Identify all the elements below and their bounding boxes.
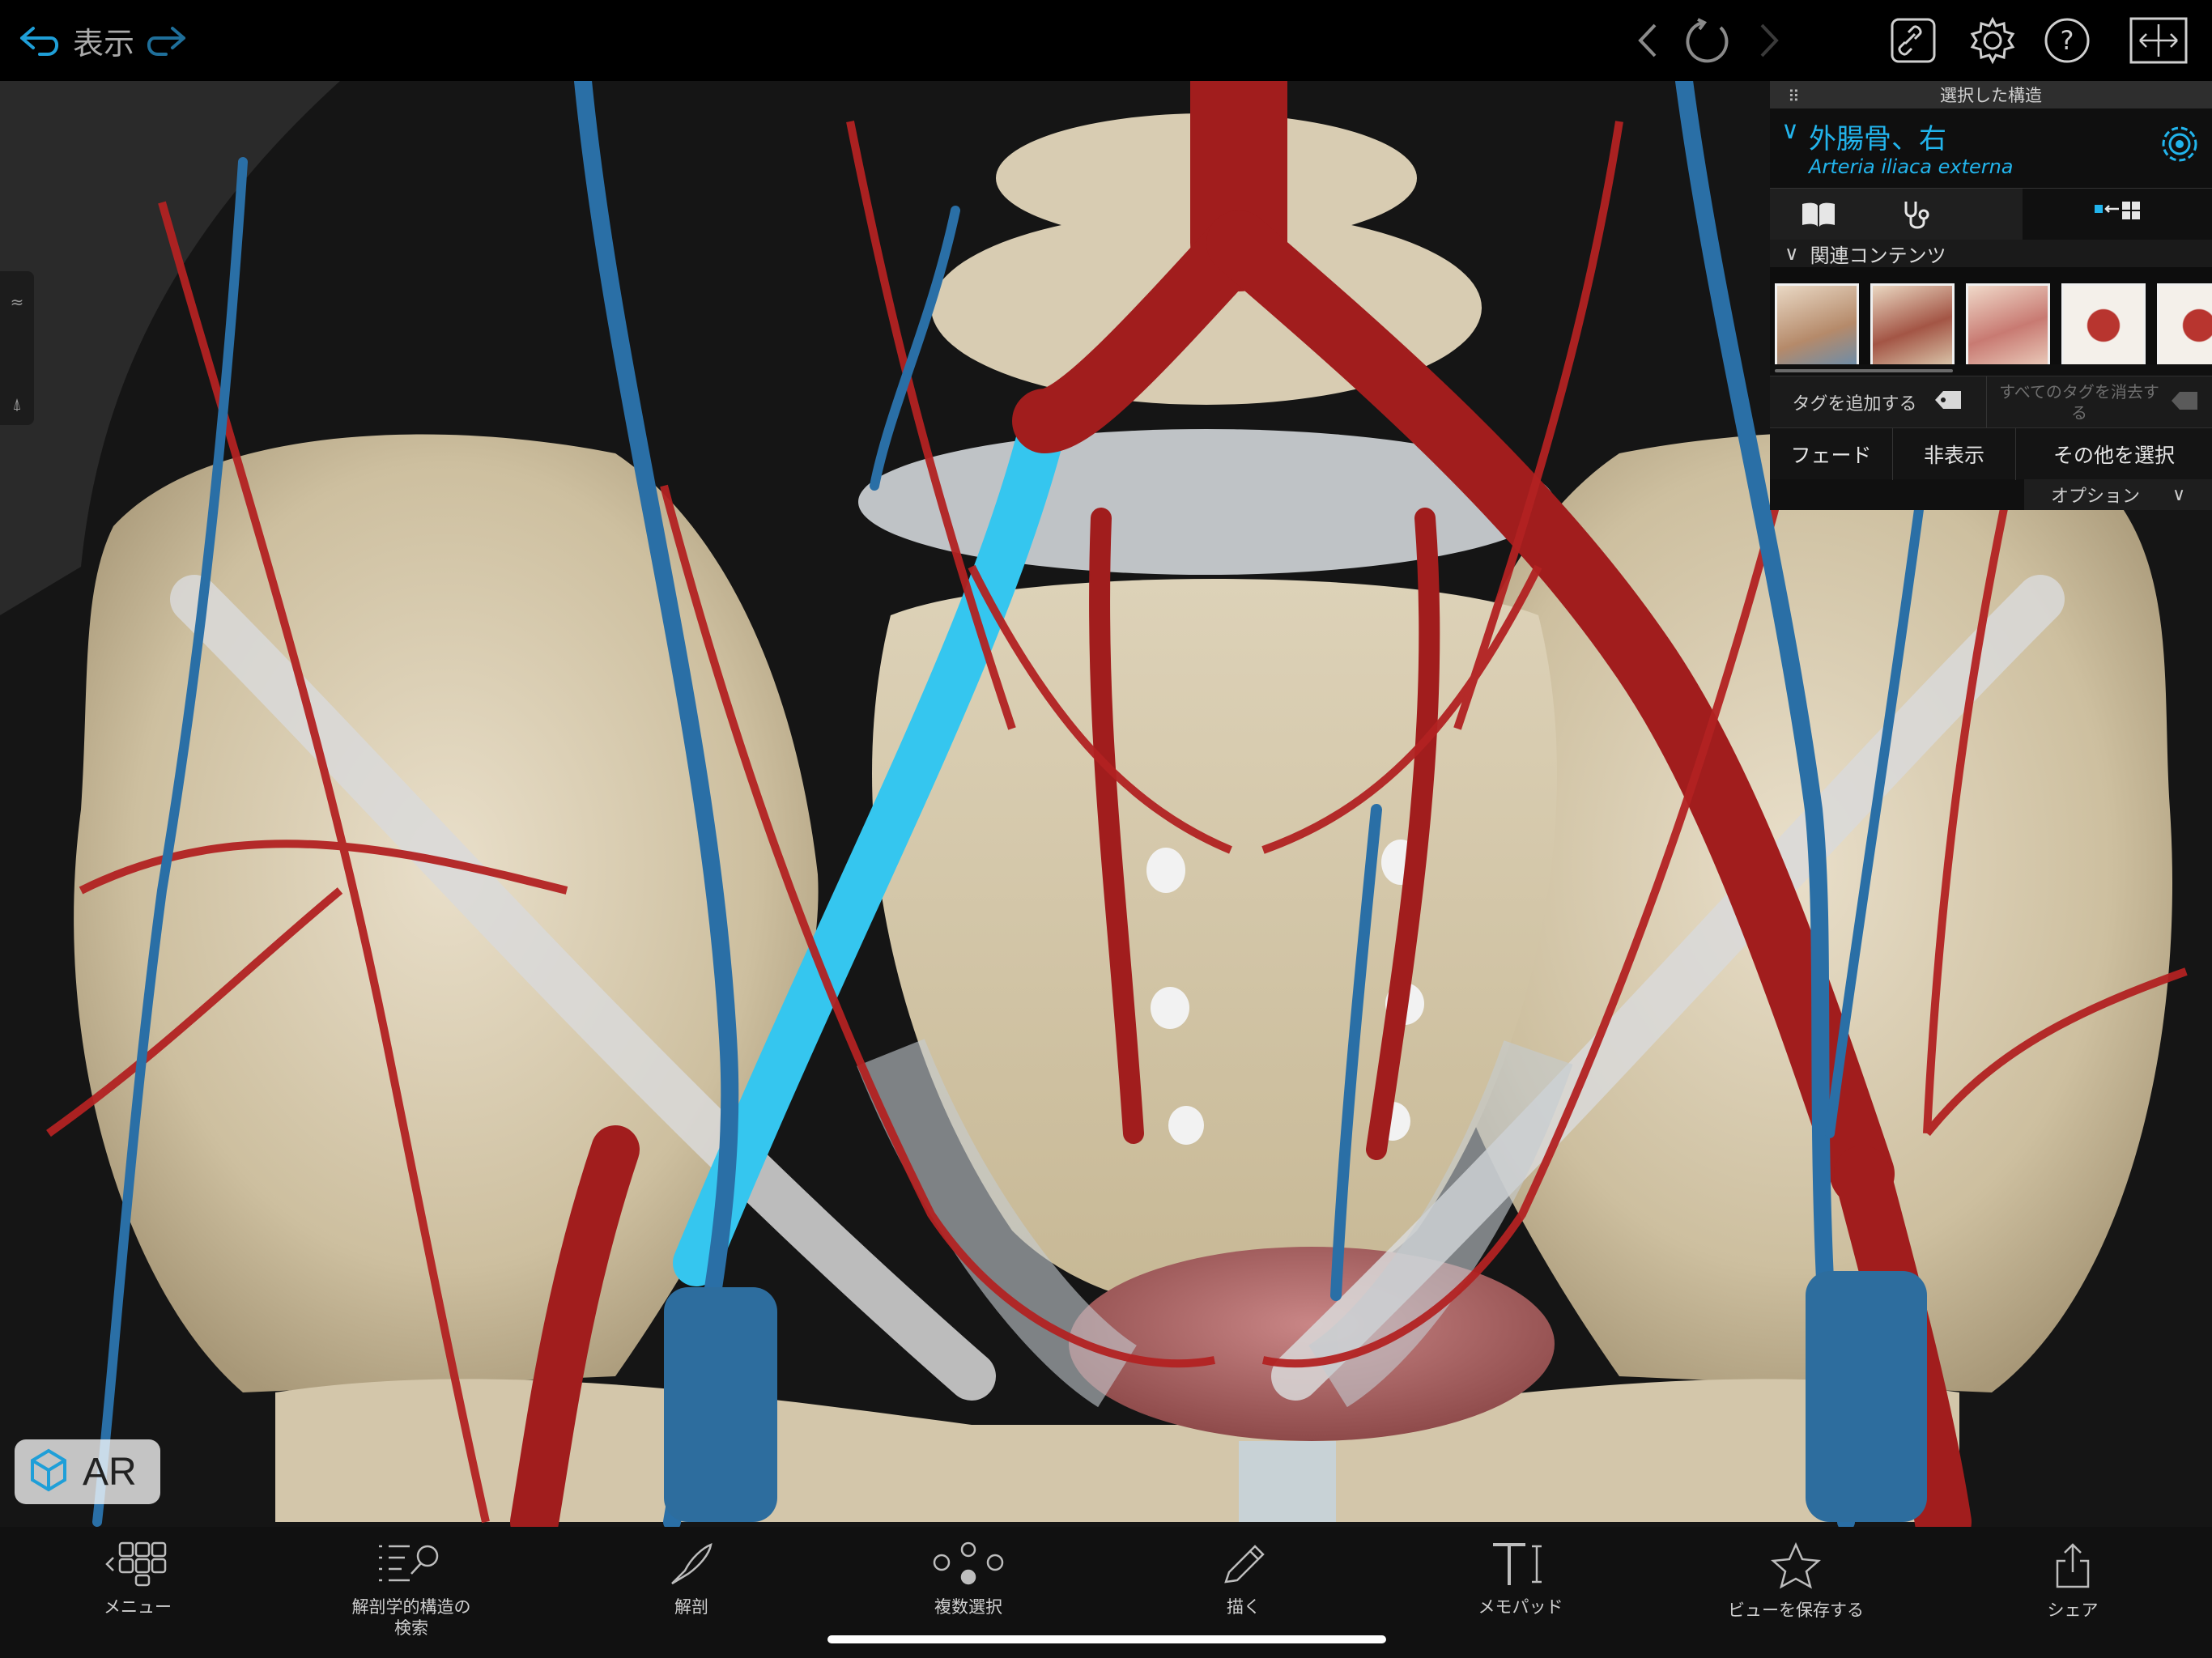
draw-label: 描く [1227, 1597, 1261, 1617]
structure-latin-name: Arteria iliaca externa [1809, 155, 2014, 178]
panel-header-title: 選択した構造 [1940, 86, 2042, 105]
share-icon [2052, 1541, 2093, 1593]
top-toolbar: 表示 ? [0, 0, 2212, 81]
related-thumbnails [1770, 267, 2212, 364]
select-others-button[interactable]: その他を選択 [2016, 428, 2212, 480]
related-thumbnail[interactable] [2157, 283, 2212, 364]
share-label: シェア [2047, 1601, 2099, 1620]
related-thumbnail[interactable] [1870, 283, 1955, 364]
reset-rotation-icon[interactable] [1681, 0, 1738, 81]
hide-label: 非表示 [1923, 444, 1984, 467]
forward-chevron-icon[interactable] [1749, 0, 1789, 81]
tag-icon [1932, 388, 1964, 417]
undo-arrow-icon[interactable] [11, 0, 68, 81]
add-tag-button[interactable]: タグを追加する [1770, 376, 1987, 428]
share-button[interactable]: シェア [1984, 1527, 2162, 1632]
thumbnail-scrollbar[interactable] [1770, 369, 2212, 372]
search-list-icon [377, 1541, 445, 1590]
clear-all-tags-button[interactable]: すべてのタグを消去する [1987, 376, 2212, 428]
related-thumbnail[interactable] [1775, 283, 1859, 364]
scalpel-icon [667, 1541, 716, 1590]
show-menu-label[interactable]: 表示 [71, 0, 136, 81]
home-indicator[interactable] [827, 1635, 1386, 1643]
menu-grid-icon [104, 1541, 172, 1590]
gear-icon[interactable] [1964, 0, 2021, 81]
tag-erase-icon [2168, 389, 2201, 417]
star-icon [1770, 1541, 1822, 1593]
related-layout-icon[interactable] [2023, 189, 2212, 240]
book-icon[interactable] [1770, 189, 1867, 240]
clear-all-tags-label: すべてのタグを消去する [1999, 382, 2159, 423]
back-chevron-icon[interactable] [1627, 0, 1668, 81]
layer-side-handle[interactable]: ≈ ⍋ [0, 271, 34, 425]
fade-button[interactable]: フェード [1770, 428, 1893, 480]
fade-label: フェード [1790, 444, 1872, 467]
add-tag-label: タグを追加する [1792, 394, 1917, 414]
save-view-button[interactable]: ビューを保存する [1707, 1527, 1885, 1632]
related-thumbnail[interactable] [1966, 283, 2050, 364]
text-tool-icon [1490, 1541, 1551, 1590]
structure-name: 外腸骨、右 [1809, 123, 1946, 155]
options-label: オプション [2050, 487, 2140, 507]
chevron-down-icon: ∨ [1784, 242, 1799, 265]
related-content-header[interactable]: ∨ 関連コンテンツ [1770, 240, 2212, 267]
help-icon[interactable]: ? [2039, 0, 2095, 81]
multi-select-label: 複数選択 [934, 1597, 1002, 1617]
related-content-label: 関連コンテンツ [1810, 244, 1946, 267]
select-others-label: その他を選択 [2052, 444, 2175, 467]
chevron-down-icon[interactable]: ∨ [1781, 117, 1799, 145]
multi-select-dots-icon [932, 1541, 1005, 1590]
multi-select-button[interactable]: 複数選択 [879, 1527, 1057, 1632]
chevron-down-icon: ∨ [2172, 484, 2186, 505]
layer-glyph-top: ≈ [10, 292, 24, 312]
options-dropdown[interactable]: オプション ∨ [2024, 479, 2212, 510]
dissect-button[interactable]: 解剖 [602, 1527, 781, 1632]
layer-glyph-bottom: ⍋ [12, 394, 22, 414]
hide-button[interactable]: 非表示 [1893, 428, 2016, 480]
draw-button[interactable]: 描く [1155, 1527, 1333, 1632]
pencil-icon [1219, 1541, 1268, 1590]
stethoscope-icon[interactable] [1867, 189, 1964, 240]
selected-structure-panel: ⠿ 選択した構造 ∨ 外腸骨、右 Arteria iliaca externa … [1770, 81, 2212, 510]
drag-grip-icon[interactable]: ⠿ [1788, 87, 1800, 106]
target-icon[interactable] [2160, 125, 2199, 167]
search-structures-label: 解剖学的構造の 検索 [351, 1597, 471, 1638]
ar-cube-icon [23, 1444, 74, 1499]
redo-arrow-icon[interactable] [138, 0, 194, 81]
menu-label: メニュー [104, 1597, 172, 1617]
action-row: フェード 非表示 その他を選択 [1770, 427, 2212, 480]
notepad-button[interactable]: メモパッド [1431, 1527, 1610, 1632]
panel-tabs [1770, 188, 2212, 240]
svg-text:?: ? [2061, 25, 2074, 56]
menu-button[interactable]: メニュー [49, 1527, 227, 1632]
structure-title-row: ∨ 外腸骨、右 Arteria iliaca externa [1770, 108, 2212, 188]
link-icon[interactable] [1885, 0, 1942, 81]
tag-row: タグを追加する すべてのタグを消去する [1770, 376, 2212, 428]
related-thumbnail[interactable] [2061, 283, 2146, 364]
save-view-label: ビューを保存する [1728, 1601, 1864, 1620]
search-structures-button[interactable]: 解剖学的構造の 検索 [306, 1527, 517, 1638]
panel-header[interactable]: ⠿ 選択した構造 [1770, 81, 2212, 108]
ar-button[interactable]: AR [15, 1439, 160, 1504]
fullscreen-icon[interactable] [2126, 0, 2191, 81]
notepad-label: メモパッド [1478, 1597, 1563, 1617]
dissect-label: 解剖 [674, 1597, 708, 1617]
ar-label: AR [83, 1450, 137, 1494]
